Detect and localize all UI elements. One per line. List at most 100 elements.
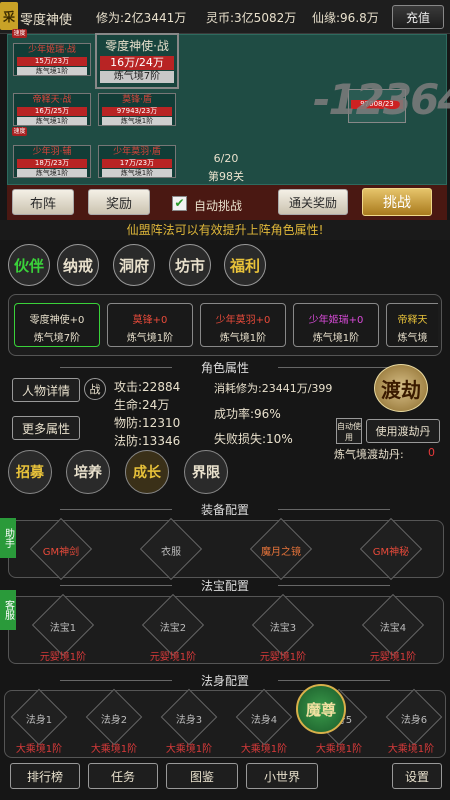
- body-slot-label: 法身6: [400, 715, 428, 726]
- speed-tag: 速度: [12, 29, 27, 38]
- ally-unit[interactable]: 少年莫羽·盾 17万/23万 炼气境1阶: [98, 145, 176, 178]
- player-name: 零度神使: [20, 13, 73, 28]
- body-slot-level: 大乘境1阶: [387, 744, 435, 755]
- equip-slot-label: 衣服: [161, 547, 181, 558]
- tip-banner: 仙盟阵法可以有效提升上阵角色属性!: [0, 220, 450, 240]
- partner-level: 炼气境1阶: [219, 333, 267, 344]
- treasure-slot-label: 法宝1: [49, 623, 77, 634]
- cultivation-value: 修为:2亿3441万: [96, 11, 187, 25]
- ranking-button[interactable]: 排行榜: [10, 763, 80, 789]
- welfare-tab[interactable]: 福利: [224, 244, 266, 286]
- equip-slot-label: GM神秘: [372, 547, 410, 558]
- challenge-button[interactable]: 挑战: [362, 188, 432, 216]
- divider: [60, 680, 172, 681]
- limit-label: 界限: [192, 465, 220, 481]
- partner-card[interactable]: 莫锋+0 炼气境1阶: [107, 303, 193, 347]
- partner-level: 炼气境: [397, 333, 428, 344]
- character-detail-button[interactable]: 人物详情: [12, 378, 80, 402]
- body-slot-label: 法身3: [175, 715, 203, 726]
- divider: [60, 367, 172, 368]
- success-rate: 成功率:96%: [214, 407, 281, 421]
- partner-card[interactable]: 零度神使+0 炼气境7阶: [14, 303, 100, 347]
- partner-name: 少年姬瑞+0: [308, 315, 364, 326]
- partner-level: 炼气境1阶: [312, 333, 360, 344]
- use-pill-button[interactable]: 使用渡劫丹: [366, 419, 440, 443]
- body-slot-level: 大乘境1阶: [315, 744, 363, 755]
- growth-button[interactable]: 成长: [125, 450, 169, 494]
- reward-button[interactable]: 奖励: [88, 189, 150, 215]
- partner-name: 零度神使+0: [29, 315, 85, 326]
- body-slot-level: 大乘境1阶: [240, 744, 288, 755]
- partners-tab-label: 伙伴: [13, 256, 44, 275]
- attack-stat: 攻击:22884: [114, 380, 181, 394]
- small-world-button[interactable]: 小世界: [246, 763, 318, 789]
- fail-loss: 失败损失:10%: [214, 432, 293, 446]
- limit-button[interactable]: 界限: [184, 450, 228, 494]
- speed-tag: 速度: [12, 127, 27, 136]
- tribulation-button[interactable]: 渡劫: [374, 364, 428, 412]
- treasure-slot-level: 元婴境1阶: [39, 652, 87, 663]
- tasks-button[interactable]: 任务: [88, 763, 158, 789]
- unit-level: 炼气境1阶: [102, 117, 172, 125]
- stage-number: 第98关: [208, 170, 244, 183]
- market-tab[interactable]: 坊市: [169, 244, 211, 286]
- body-slot-label: 法身2: [100, 715, 128, 726]
- treasure-title: 法宝配置: [200, 579, 249, 593]
- customer-service-tab[interactable]: 客服: [0, 590, 16, 630]
- cultivate-label: 培养: [74, 465, 102, 481]
- divider: [278, 367, 390, 368]
- formation-button[interactable]: 布阵: [12, 189, 74, 215]
- partner-card[interactable]: 少年姬瑞+0 炼气境1阶: [293, 303, 379, 347]
- more-attributes-button[interactable]: 更多属性: [12, 416, 80, 440]
- auto-use-toggle[interactable]: 自动使用: [336, 418, 362, 444]
- partner-card[interactable]: 帝释天 炼气境: [386, 303, 438, 347]
- damage-number: -12364: [313, 75, 450, 124]
- phys-def-stat: 物防:12310: [114, 416, 181, 430]
- cost-stat: 消耗修为:23441万/399: [214, 382, 333, 395]
- recharge-button[interactable]: 充值: [392, 5, 444, 29]
- leader-hp: 16万/24万: [100, 56, 174, 70]
- partner-level: 炼气境7阶: [33, 333, 81, 344]
- body-slot-level: 大乘境1阶: [15, 744, 63, 755]
- unit-hp: 15万/23万: [17, 57, 87, 66]
- unit-hp: 16万/25万: [17, 107, 87, 116]
- recruit-button[interactable]: 招募: [8, 450, 52, 494]
- demon-lord-badge[interactable]: 魔尊: [296, 684, 346, 734]
- treasure-slot-label: 法宝3: [269, 623, 297, 634]
- partners-tab[interactable]: 伙伴: [8, 244, 50, 286]
- ring-tab-label: 纳戒: [62, 256, 93, 275]
- ally-unit[interactable]: 帝释天·战 16万/25万 炼气境1阶: [13, 93, 91, 126]
- unit-level: 炼气境1阶: [102, 169, 172, 177]
- fate-value: 仙缘:96.8万: [312, 11, 379, 25]
- pill-count: 0: [428, 446, 435, 459]
- settings-button[interactable]: 设置: [392, 763, 442, 789]
- cave-tab-label: 洞府: [118, 256, 149, 275]
- ally-unit[interactable]: 少年姬瑞·战 15万/23万 炼气境1阶: [13, 43, 91, 76]
- divider: [278, 509, 390, 510]
- equipment-title: 装备配置: [200, 503, 249, 517]
- battle-field: 少年姬瑞·战 15万/23万 炼气境1阶 速度 帝释天·战 16万/25万 炼气…: [7, 29, 450, 185]
- unit-name: 帝释天·战: [32, 95, 72, 105]
- partner-card[interactable]: 少年莫羽+0 炼气境1阶: [200, 303, 286, 347]
- market-tab-label: 坊市: [174, 256, 205, 275]
- leader-level: 炼气境7阶: [100, 71, 174, 83]
- body-slot-level: 大乘境1阶: [90, 744, 138, 755]
- ring-tab[interactable]: 纳戒: [57, 244, 99, 286]
- cultivate-button[interactable]: 培养: [66, 450, 110, 494]
- body-slot-label: 法身1: [25, 715, 53, 726]
- leader-unit[interactable]: 零度神使·战 16万/24万 炼气境7阶: [95, 33, 179, 89]
- ally-unit[interactable]: 少年羽·辅 18万/23万 炼气境1阶: [13, 145, 91, 178]
- welfare-tab-label: 福利: [229, 256, 260, 275]
- collection-button[interactable]: 图鉴: [166, 763, 238, 789]
- ally-unit[interactable]: 莫锋·盾 97943/23万 炼气境1阶: [98, 93, 176, 126]
- unit-name: 少年姬瑞·战: [28, 45, 76, 55]
- assistant-tab[interactable]: 助手: [0, 518, 16, 558]
- auto-challenge-checkbox[interactable]: ✔: [172, 196, 187, 211]
- divider: [60, 509, 172, 510]
- auto-challenge-label: 自动挑战: [194, 199, 243, 213]
- clear-reward-button[interactable]: 通关奖励: [278, 189, 348, 215]
- partner-name: 帝释天: [397, 315, 428, 326]
- cave-tab[interactable]: 洞府: [113, 244, 155, 286]
- wave-counter: 6/20: [213, 152, 239, 165]
- equip-slot-label: GM神剑: [42, 547, 80, 558]
